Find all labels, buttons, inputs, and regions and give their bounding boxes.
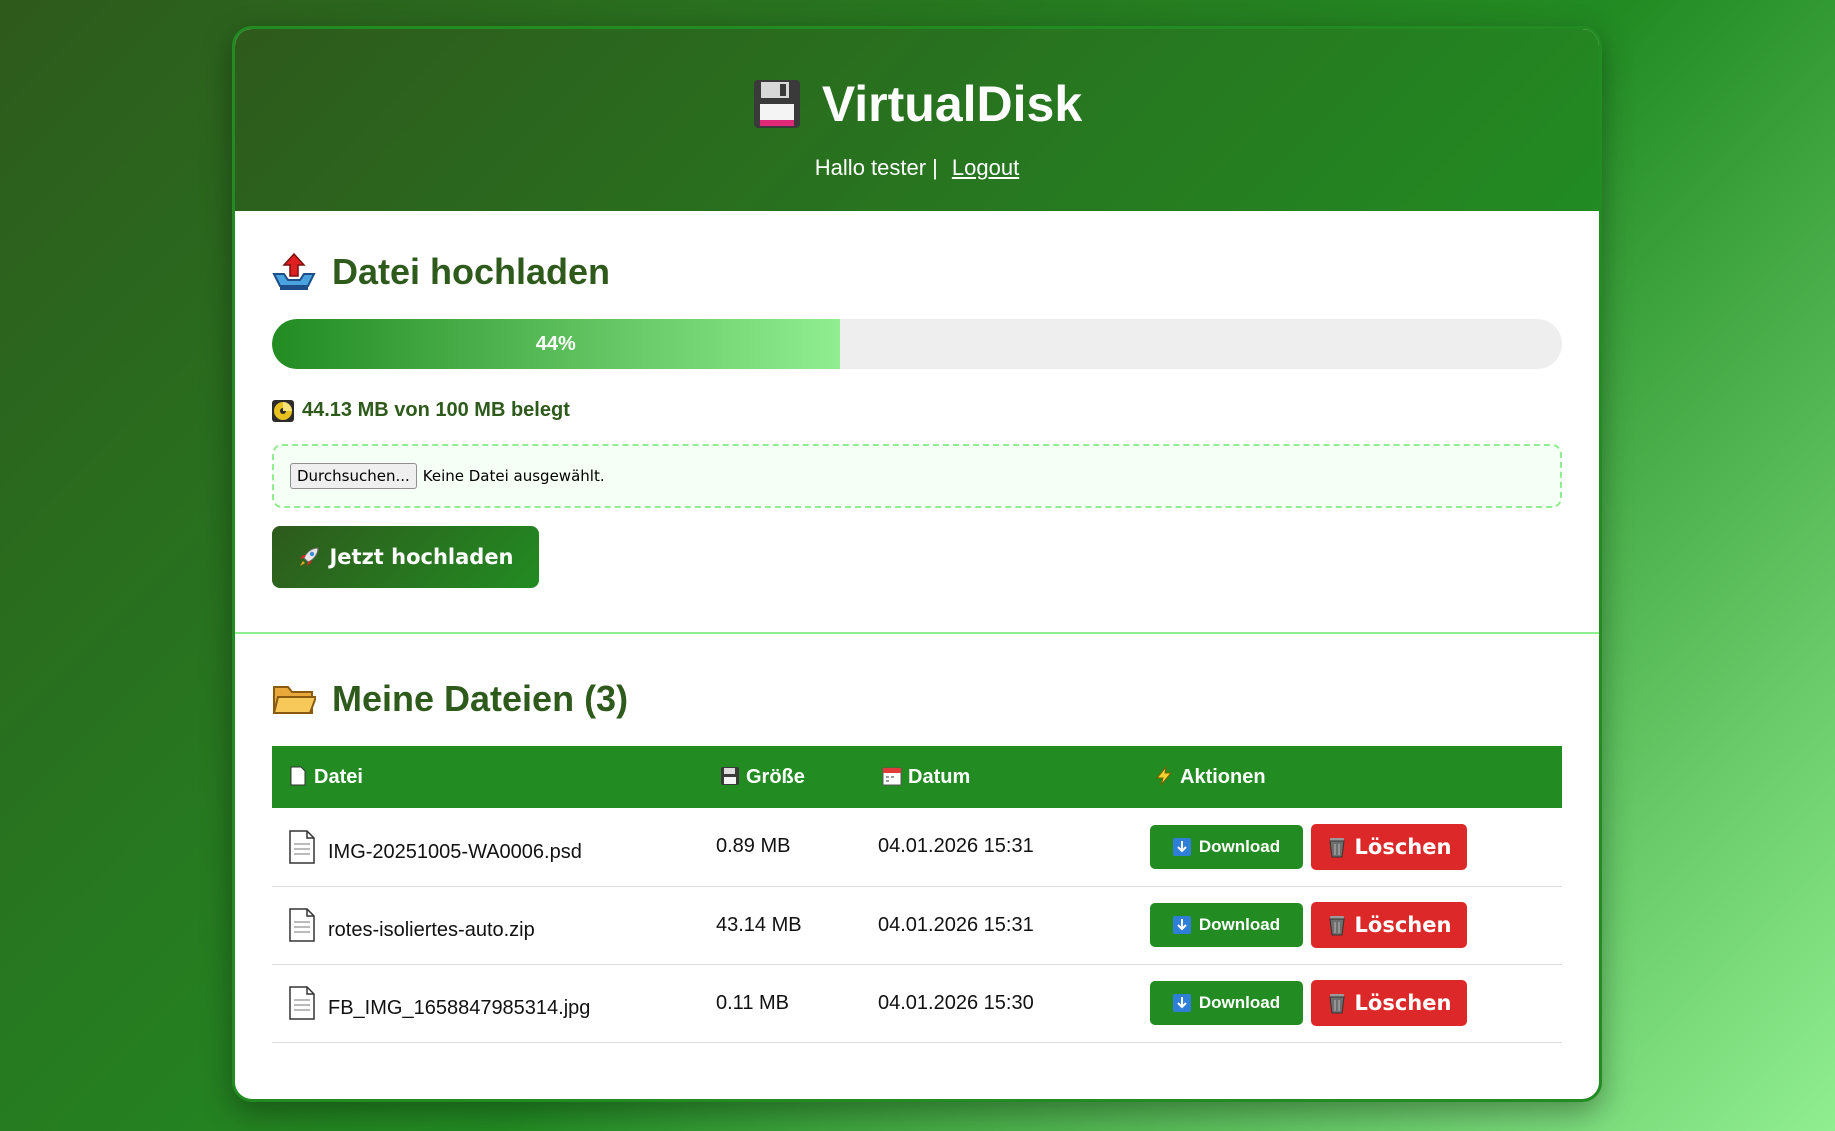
- down-arrow-icon: [1172, 916, 1191, 934]
- file-size-cell: 0.11 MB: [716, 991, 789, 1014]
- file-size-cell: 0.89 MB: [716, 835, 791, 858]
- main-card: VirtualDisk Hallo tester | Logout Datei h…: [232, 26, 1602, 1102]
- storage-usage: 44.13 MB von 100 MB belegt: [272, 399, 1562, 422]
- floppy-disk-icon: [721, 766, 739, 785]
- file-date-cell: 04.01.2026 15:30: [878, 991, 1034, 1014]
- down-arrow-icon: [1172, 994, 1191, 1012]
- rocket-icon: [300, 547, 319, 566]
- file-date-cell: 04.01.2026 15:31: [878, 835, 1034, 858]
- file-actions-cell: Download Löschen: [1138, 886, 1562, 964]
- delete-button[interactable]: Löschen: [1311, 823, 1467, 870]
- files-section: Meine Dateien (3) Datei Größe Datum Akti…: [235, 634, 1599, 1043]
- file-dropzone[interactable]: Durchsuchen... Keine Datei ausgewählt.: [272, 444, 1562, 508]
- file-actions-cell: Download Löschen: [1138, 808, 1562, 886]
- upload-button-label: Jetzt hochladen: [329, 545, 514, 569]
- column-header-date: Datum: [866, 746, 1138, 808]
- page-icon: [289, 830, 315, 864]
- file-actions-cell: Download Löschen: [1138, 964, 1562, 1042]
- outbox-tray-icon: [272, 252, 316, 290]
- app-header: VirtualDisk Hallo tester | Logout: [235, 29, 1599, 211]
- progress-label: 44%: [535, 332, 576, 355]
- floppy-disk-icon: [753, 80, 800, 128]
- title-row: VirtualDisk: [235, 29, 1599, 133]
- wastebasket-icon: [1328, 837, 1345, 858]
- files-table: Datei Größe Datum Aktionen IMG-20251005-…: [272, 746, 1562, 1043]
- page-icon: [289, 986, 315, 1020]
- usage-text: 44.13 MB von 100 MB belegt: [302, 399, 570, 421]
- table-row: rotes-isoliertes-auto.zip 43.14 MB 04.01…: [272, 886, 1562, 964]
- upload-heading: Datei hochladen: [272, 251, 1562, 293]
- calendar-icon: [882, 767, 902, 785]
- app-title: VirtualDisk: [821, 76, 1083, 132]
- delete-button[interactable]: Löschen: [1311, 902, 1467, 948]
- file-name-cell: rotes-isoliertes-auto.zip: [272, 886, 704, 964]
- upload-button[interactable]: Jetzt hochladen: [272, 526, 539, 588]
- files-title: Meine Dateien (3): [332, 678, 629, 719]
- column-header-size: Größe: [704, 746, 866, 808]
- column-header-file: Datei: [272, 746, 704, 808]
- lightning-icon: [1155, 764, 1173, 785]
- disc-icon: [272, 399, 294, 422]
- table-row: IMG-20251005-WA0006.psd 0.89 MB 04.01.20…: [272, 808, 1562, 886]
- logout-link[interactable]: Logout: [952, 155, 1019, 180]
- upload-title: Datei hochladen: [332, 251, 611, 292]
- wastebasket-icon: [1328, 994, 1345, 1014]
- file-size-cell: 43.14 MB: [716, 913, 802, 936]
- files-heading: Meine Dateien (3): [272, 678, 1562, 720]
- download-button[interactable]: Download: [1150, 824, 1303, 869]
- wastebasket-icon: [1328, 916, 1345, 936]
- storage-progress-bar: 44%: [272, 319, 1562, 369]
- file-name-cell: IMG-20251005-WA0006.psd: [272, 808, 704, 886]
- folder-icon: [272, 686, 316, 714]
- download-button[interactable]: Download: [1150, 903, 1303, 947]
- greeting: Hallo tester |: [814, 155, 938, 180]
- down-arrow-icon: [1172, 837, 1191, 856]
- column-header-actions: Aktionen: [1138, 746, 1562, 808]
- page-icon: [289, 908, 315, 942]
- storage-progress-fill: 44%: [272, 319, 840, 369]
- selected-file-text: Keine Datei ausgewählt.: [422, 467, 605, 485]
- page-icon: [290, 766, 306, 785]
- file-date-cell: 04.01.2026 15:31: [878, 913, 1034, 936]
- user-row: Hallo tester | Logout: [235, 155, 1599, 181]
- browse-button[interactable]: Durchsuchen...: [290, 463, 417, 489]
- download-button[interactable]: Download: [1150, 981, 1303, 1025]
- table-row: FB_IMG_1658847985314.jpg 0.11 MB 04.01.2…: [272, 964, 1562, 1042]
- table-header-row: Datei Größe Datum Aktionen: [272, 746, 1562, 808]
- upload-section: Datei hochladen 44% 44.13 MB von 100 MB …: [235, 211, 1599, 634]
- file-name-cell: FB_IMG_1658847985314.jpg: [272, 964, 704, 1042]
- delete-button[interactable]: Löschen: [1311, 980, 1467, 1026]
